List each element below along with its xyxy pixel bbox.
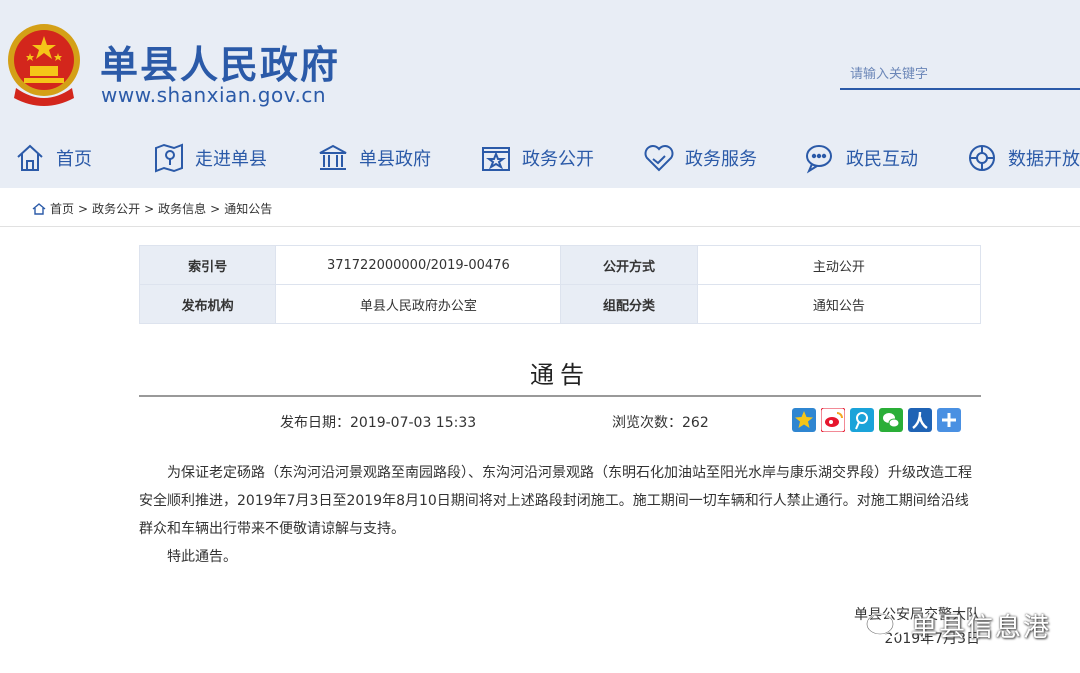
search-input[interactable] <box>840 62 1080 86</box>
national-emblem-icon <box>8 24 80 106</box>
handshake-heart-icon <box>644 145 674 172</box>
breadcrumb-bar: 首页 > 政务公开 > 政务信息 > 通知公告 <box>0 188 1080 227</box>
watermark: 单县信息港 <box>865 607 1051 644</box>
nav-label: 首页 <box>56 149 92 170</box>
tencent-weibo-icon[interactable] <box>850 408 874 432</box>
government-building-icon <box>319 144 347 170</box>
home-icon <box>32 202 46 215</box>
breadcrumb-home[interactable]: 首页 <box>50 200 74 217</box>
breadcrumb: 首页 > 政务公开 > 政务信息 > 通知公告 <box>32 200 272 217</box>
wechat-watermark-icon <box>866 612 902 638</box>
nav-label: 政务公开 <box>522 149 594 170</box>
publish-date: 发布日期：2019-07-03 15:33 <box>280 415 477 431</box>
nav-item-interaction[interactable]: 政民互动 <box>804 135 918 181</box>
article-title: 通告 <box>530 361 590 389</box>
nav-item-services[interactable]: 政务服务 <box>643 135 757 181</box>
wechat-icon[interactable] <box>879 408 903 432</box>
main-nav: 首页 走进单县 单县政府 政务公开 政务服务 政民互动 数据开放 <box>0 135 1080 181</box>
breadcrumb-notices[interactable]: 通知公告 <box>224 200 272 217</box>
org-value: 单县人民政府办公室 <box>275 284 562 324</box>
chat-bubble-icon <box>806 145 832 174</box>
article-paragraph: 为保证老定砀路（东沟河沿河景观路至南园路段）、东沟河沿河景观路（东明石化加油站至… <box>139 465 972 537</box>
view-count: 浏览次数：262 <box>612 415 709 431</box>
share-bar <box>792 408 961 432</box>
star-document-icon <box>482 147 510 171</box>
map-pin-icon <box>155 143 183 173</box>
weibo-icon[interactable] <box>821 408 845 432</box>
nav-label: 数据开放 <box>1008 149 1080 170</box>
index-label: 索引号 <box>138 245 277 285</box>
nav-item-government[interactable]: 单县政府 <box>317 135 431 181</box>
nav-item-data[interactable]: 数据开放 <box>966 135 1080 181</box>
org-label: 发布机构 <box>138 284 277 324</box>
site-title[interactable]: 单县人民政府 <box>100 34 340 89</box>
site-url[interactable]: www.shanxian.gov.cn <box>101 83 326 107</box>
nav-label: 走进单县 <box>195 149 267 170</box>
nav-label: 政务服务 <box>685 149 757 170</box>
data-globe-icon <box>969 145 995 171</box>
breadcrumb-public-affairs[interactable]: 政务公开 <box>92 200 140 217</box>
title-divider <box>139 395 981 397</box>
nav-item-about[interactable]: 走进单县 <box>153 135 267 181</box>
renren-icon[interactable] <box>908 408 932 432</box>
document-meta-table: 索引号 371722000000/2019-00476 公开方式 主动公开 发布… <box>138 245 982 324</box>
breadcrumb-info[interactable]: 政务信息 <box>158 200 206 217</box>
mode-label: 公开方式 <box>560 245 698 285</box>
site-header: 单县人民政府 www.shanxian.gov.cn 首页 走进单县 单县政府 … <box>0 0 1080 188</box>
nav-label: 政民互动 <box>846 149 918 170</box>
article-body: 为保证老定砀路（东沟河沿河景观路至南园路段）、东沟河沿河景观路（东明石化加油站至… <box>139 459 981 571</box>
category-label: 组配分类 <box>560 284 698 324</box>
qzone-icon[interactable] <box>792 408 816 432</box>
index-value: 371722000000/2019-00476 <box>275 245 562 285</box>
article-closing: 特此通告。 <box>167 549 237 565</box>
nav-label: 单县政府 <box>359 149 431 170</box>
category-value: 通知公告 <box>696 284 982 324</box>
more-share-icon[interactable] <box>937 408 961 432</box>
home-icon <box>17 144 43 171</box>
mode-value: 主动公开 <box>696 245 982 285</box>
search-box <box>840 62 1080 90</box>
nav-item-home[interactable]: 首页 <box>14 135 92 181</box>
nav-item-public-affairs[interactable]: 政务公开 <box>480 135 594 181</box>
watermark-text: 单县信息港 <box>911 613 1052 643</box>
